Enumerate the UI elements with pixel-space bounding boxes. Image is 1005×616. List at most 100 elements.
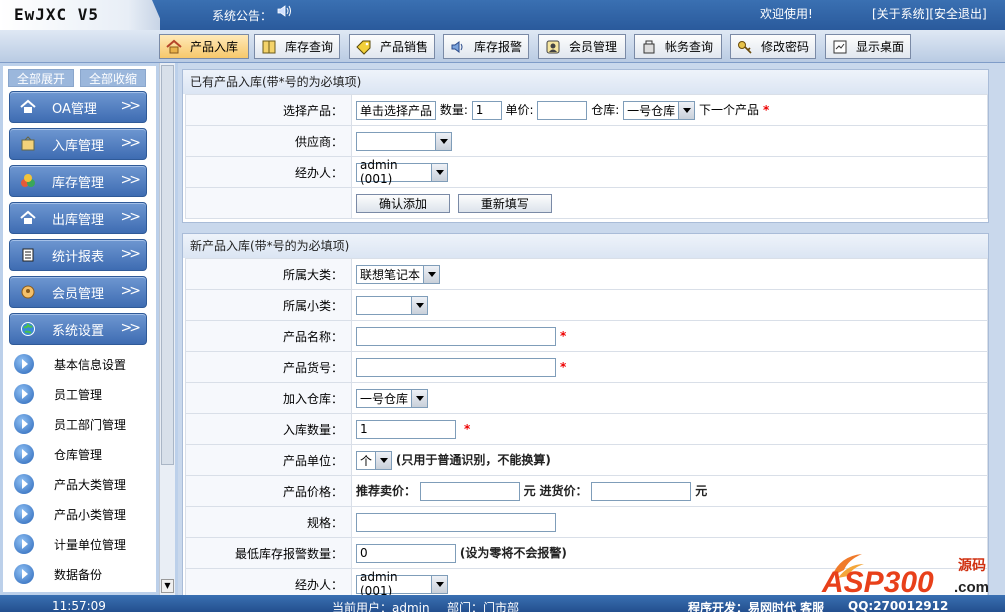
play-icon: [14, 474, 34, 494]
panel-title: 已有产品入库(带*号的为必填项): [183, 70, 988, 94]
subitem-category[interactable]: 产品大类管理: [14, 473, 126, 495]
play-icon: [14, 504, 34, 524]
subitem-unit[interactable]: 计量单位管理: [14, 533, 126, 555]
subcategory-select[interactable]: [356, 295, 428, 315]
globe-icon: [21, 322, 35, 336]
member-icon: [21, 285, 35, 299]
unit-select[interactable]: 个: [356, 450, 392, 470]
spec-input[interactable]: [356, 512, 556, 532]
subitem-warehouse[interactable]: 仓库管理: [14, 443, 102, 465]
scrollbar-thumb[interactable]: [161, 65, 174, 465]
menu-label: 统计报表: [52, 249, 105, 265]
unit-label: 产品单位：: [185, 444, 352, 476]
subitem-backup[interactable]: 数据备份: [14, 563, 102, 585]
menu-stock[interactable]: 库存管理 >>: [9, 165, 147, 197]
logout-link[interactable]: [安全退出]: [929, 7, 986, 21]
product-name-input[interactable]: [356, 326, 556, 346]
menu-members[interactable]: 会员管理 >>: [9, 276, 147, 308]
subitem-label: 产品大类管理: [54, 477, 127, 492]
menu-oa[interactable]: OA管理 >>: [9, 91, 147, 123]
price-label: 产品价格：: [185, 475, 352, 507]
warehouse-select[interactable]: 一号仓库: [623, 100, 696, 120]
form-row: 入库数量： 1 *: [185, 413, 988, 445]
add-warehouse-select[interactable]: 一号仓库: [356, 388, 428, 408]
add-warehouse-cell: 一号仓库: [351, 382, 988, 414]
min-stock-input[interactable]: 0: [356, 543, 456, 563]
speaker-icon: [451, 40, 463, 53]
tag-icon: [356, 40, 371, 55]
scroll-down-icon[interactable]: ▼: [161, 579, 174, 593]
reset-button[interactable]: 重新填写: [457, 193, 552, 213]
tab-stock-query[interactable]: 库存查询: [254, 34, 340, 59]
menu-inbound[interactable]: 入库管理 >>: [9, 128, 147, 160]
supplier-cell: [351, 125, 988, 157]
notice-label: 系统公告：: [212, 9, 273, 23]
tab-label: 库存报警: [474, 40, 523, 54]
confirm-add-button[interactable]: 确认添加: [356, 193, 450, 213]
price-cell: 推荐卖价： 元 进货价： 元: [351, 475, 988, 507]
handler-select[interactable]: admin (001): [356, 158, 448, 186]
subitem-staff[interactable]: 员工管理: [14, 383, 102, 405]
category-label: 所属大类：: [185, 258, 352, 290]
chevron-right-icon: >>: [120, 283, 142, 299]
desktop-icon: [833, 40, 847, 53]
required-star: *: [464, 421, 471, 436]
price-input[interactable]: [537, 100, 588, 120]
category-select[interactable]: 联想笔记本: [356, 264, 440, 284]
subitem-label: 基本信息设置: [54, 357, 127, 372]
play-icon: [14, 414, 34, 434]
about-link[interactable]: [关于系统]: [872, 7, 929, 21]
spec-label: 规格：: [185, 506, 352, 538]
qty-input[interactable]: 1: [471, 100, 502, 120]
warehouse-value: 一号仓库: [627, 103, 676, 118]
developer-text: 程序开发：易网时代 客服: [688, 601, 825, 615]
next-product-link[interactable]: 下一个产品: [699, 103, 759, 117]
menu-reports[interactable]: 统计报表 >>: [9, 239, 147, 271]
subitem-label: 产品小类管理: [54, 507, 127, 522]
yuan-unit: 元: [523, 483, 536, 498]
tab-label: 修改密码: [761, 40, 810, 54]
inbound-qty-cell: 1 *: [351, 413, 988, 445]
play-icon: [14, 354, 34, 374]
tab-product-inbound[interactable]: 产品入库: [159, 34, 249, 59]
tab-product-sales[interactable]: 产品销售: [349, 34, 435, 59]
product-name-cell: *: [351, 320, 988, 352]
top-bar: EwJXC V5 系统公告： 欢迎使用! [关于系统][安全退出]: [0, 0, 1005, 30]
menu-label: 系统设置: [52, 323, 105, 339]
subitem-label: 仓库管理: [54, 447, 103, 462]
yuan-unit: 元: [695, 483, 708, 498]
tab-account-query[interactable]: 帐务查询: [634, 34, 722, 59]
tab-show-desktop[interactable]: 显示桌面: [825, 34, 911, 59]
expand-all-button[interactable]: 全部展开: [8, 69, 74, 87]
chevron-right-icon: >>: [120, 172, 142, 188]
subitem-basic-info[interactable]: 基本信息设置: [14, 353, 126, 375]
tab-label: 产品入库: [190, 40, 239, 54]
tab-member-management[interactable]: 会员管理: [538, 34, 626, 59]
inbound-qty-input[interactable]: 1: [356, 419, 456, 439]
chevron-down-icon: [411, 389, 427, 407]
subitem-label: 员工部门管理: [54, 417, 127, 432]
menu-settings[interactable]: 系统设置 >>: [9, 313, 147, 345]
supplier-select[interactable]: [356, 131, 452, 151]
key-icon: [738, 40, 752, 54]
product-code-input[interactable]: [356, 357, 556, 377]
collapse-all-button[interactable]: 全部收缩: [80, 69, 146, 87]
form-row: 产品价格： 推荐卖价： 元 进货价： 元: [185, 475, 988, 507]
cost-price-input[interactable]: [591, 481, 692, 501]
subitem-subcategory[interactable]: 产品小类管理: [14, 503, 126, 525]
add-warehouse-value: 一号仓库: [360, 391, 409, 406]
form-row: 所属小类：: [185, 289, 988, 321]
clock-text: 11:57:09: [52, 599, 106, 613]
sale-price-input[interactable]: [419, 481, 520, 501]
watermark-brand: ASP300: [821, 566, 934, 598]
tab-change-password[interactable]: 修改密码: [730, 34, 816, 59]
play-icon: [14, 444, 34, 464]
sidebar-scrollbar[interactable]: ▼: [159, 63, 175, 595]
subitem-staff-dept[interactable]: 员工部门管理: [14, 413, 126, 435]
tab-stock-alarm[interactable]: 库存报警: [443, 34, 529, 59]
asp300-logo: ASP300 源码 .com: [821, 554, 989, 598]
menu-outbound[interactable]: 出库管理 >>: [9, 202, 147, 234]
select-product-button[interactable]: 单击选择产品: [356, 100, 436, 120]
new-handler-select[interactable]: admin (001): [356, 570, 448, 598]
select-product-cell: 单击选择产品 数量: 1 单价: 仓库: 一号仓库 下一个产品 *: [351, 94, 988, 126]
